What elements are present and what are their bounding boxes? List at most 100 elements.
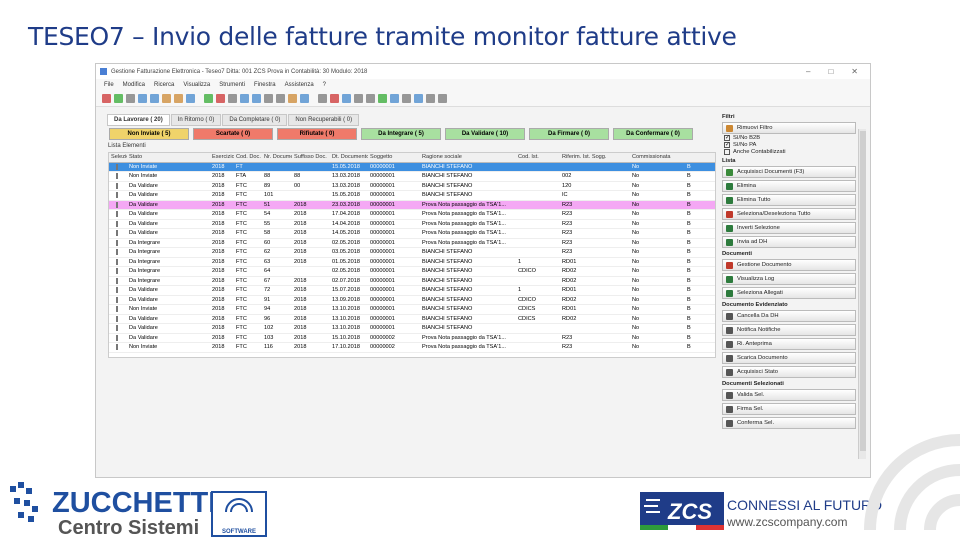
row-select-cell[interactable] xyxy=(109,220,127,227)
toolbar-icon-19[interactable] xyxy=(342,94,351,103)
column-header[interactable]: Cod. Doc. xyxy=(234,154,262,160)
table-row[interactable]: Da Validare 2018 FTC 54 2018 17.04.2018 000000… xyxy=(109,210,715,220)
checkbox-box[interactable] xyxy=(724,149,730,155)
row-select-cell[interactable] xyxy=(109,258,127,265)
minimize-icon[interactable]: – xyxy=(806,67,810,76)
row-checkbox[interactable] xyxy=(116,296,118,303)
row-select-cell[interactable] xyxy=(109,296,127,303)
toolbar-icon-18[interactable] xyxy=(330,94,339,103)
panel-button-list_btns-5[interactable]: Invia ad DH xyxy=(722,236,856,248)
status-button-3[interactable]: Da Integrare ( 5) xyxy=(361,128,441,140)
table-row[interactable]: Da Validare 2018 FTC 72 2018 15.07.2018 000000… xyxy=(109,286,715,296)
toolbar-icon-10[interactable] xyxy=(228,94,237,103)
row-checkbox[interactable] xyxy=(116,334,118,341)
status-button-5[interactable]: Da Firmare ( 0) xyxy=(529,128,609,140)
row-select-cell[interactable] xyxy=(109,239,127,246)
toolbar-icon-27[interactable] xyxy=(438,94,447,103)
tab-3[interactable]: Non Recuperabili ( 0) xyxy=(288,114,360,126)
table-row[interactable]: Da Validare 2018 FTC 96 2018 13.10.2018 000000… xyxy=(109,315,715,324)
column-header[interactable]: Esercizio xyxy=(210,154,234,160)
status-button-1[interactable]: Scartate ( 0) xyxy=(193,128,273,140)
row-select-cell[interactable] xyxy=(109,173,127,180)
panel-button-docs_btns-1[interactable]: Visualizza Log xyxy=(722,273,856,285)
toolbar-icon-14[interactable] xyxy=(276,94,285,103)
table-row[interactable]: Da Validare 2018 FTC 55 2018 14.04.2018 000000… xyxy=(109,220,715,229)
row-select-cell[interactable] xyxy=(109,192,127,199)
row-select-cell[interactable] xyxy=(109,182,127,189)
row-select-cell[interactable] xyxy=(109,163,127,170)
table-row[interactable]: Non Inviate 2018 FTA 88 88 13.03.2018 00000001… xyxy=(109,172,715,182)
row-select-cell[interactable] xyxy=(109,201,127,208)
menu-item-7[interactable]: ? xyxy=(323,82,326,88)
toolbar-icon-2[interactable] xyxy=(126,94,135,103)
row-select-cell[interactable] xyxy=(109,306,127,313)
checkbox-box[interactable]: ✓ xyxy=(724,142,730,148)
column-header[interactable]: Cod. Ist. xyxy=(516,154,560,160)
row-select-cell[interactable] xyxy=(109,249,127,256)
panel-button-list_btns-1[interactable]: Elimina xyxy=(722,180,856,192)
toolbar-icon-15[interactable] xyxy=(288,94,297,103)
filter-checkbox-0[interactable]: ✓ Sì/No B2B xyxy=(724,135,856,141)
row-select-cell[interactable] xyxy=(109,344,127,351)
row-checkbox[interactable] xyxy=(116,211,118,218)
tab-2[interactable]: Da Completare ( 0) xyxy=(222,114,288,126)
row-select-cell[interactable] xyxy=(109,325,127,332)
table-row[interactable]: Da Validare 2018 FTC 51 2018 23.03.2018 000000… xyxy=(109,200,715,210)
column-header[interactable]: Seleziona xyxy=(109,154,127,160)
row-checkbox[interactable] xyxy=(116,192,118,199)
column-header[interactable]: Stato xyxy=(127,154,210,160)
row-checkbox[interactable] xyxy=(116,239,118,246)
filter-checkbox-2[interactable]: Anche Contabilizzati xyxy=(724,149,856,155)
row-select-cell[interactable] xyxy=(109,334,127,341)
column-header[interactable]: Dt. Documento xyxy=(330,154,368,160)
toolbar-icon-20[interactable] xyxy=(354,94,363,103)
row-checkbox[interactable] xyxy=(116,249,118,256)
filter-checkbox-1[interactable]: ✓ Sì/No PA xyxy=(724,142,856,148)
row-checkbox[interactable] xyxy=(116,325,118,332)
panel-button-sel_btns-2[interactable]: Conferma Sel. xyxy=(722,417,856,429)
toolbar-icon-11[interactable] xyxy=(240,94,249,103)
menu-item-4[interactable]: Strumenti xyxy=(219,82,245,88)
panel-button-sel_btns-1[interactable]: Firma Sel. xyxy=(722,403,856,415)
row-checkbox[interactable] xyxy=(116,268,118,275)
table-row[interactable]: Da Validare 2018 FTC 89 00 13.03.2018 00000001… xyxy=(109,182,715,191)
panel-button-action_btns-3[interactable]: Scarica Documento xyxy=(722,352,856,364)
table-row[interactable]: Da Integrare 2018 FTC 62 2018 03.05.2018 00000… xyxy=(109,248,715,258)
table-row[interactable]: Non Inviate 2018 FTC 116 2018 17.10.2018 00000… xyxy=(109,343,715,353)
row-checkbox[interactable] xyxy=(116,306,118,313)
table-row[interactable]: Da Integrare 2018 FTC 63 2018 01.05.2018 00000… xyxy=(109,258,715,267)
menu-item-2[interactable]: Ricerca xyxy=(154,82,174,88)
table-row[interactable]: Da Validare 2018 FTC 102 2018 13.10.2018 00000… xyxy=(109,324,715,334)
row-select-cell[interactable] xyxy=(109,211,127,218)
row-select-cell[interactable] xyxy=(109,315,127,322)
toolbar-icon-16[interactable] xyxy=(300,94,309,103)
row-checkbox[interactable] xyxy=(116,277,118,284)
panel-button-docs_btns-0[interactable]: Gestione Documento xyxy=(722,259,856,271)
row-checkbox[interactable] xyxy=(116,344,118,351)
table-row[interactable]: Da Validare 2018 FTC 91 2018 13.09.2018 000000… xyxy=(109,296,715,305)
menu-item-5[interactable]: Finestra xyxy=(254,82,276,88)
row-checkbox[interactable] xyxy=(116,220,118,227)
tab-1[interactable]: In Ritorno ( 0) xyxy=(170,114,222,126)
toolbar-icon-12[interactable] xyxy=(252,94,261,103)
table-row[interactable]: Da Validare 2018 FTC 101 15.05.2018 00000001 B… xyxy=(109,191,715,201)
panel-button-list_btns-2[interactable]: Elimina Tutto xyxy=(722,194,856,206)
toolbar-icon-24[interactable] xyxy=(402,94,411,103)
panel-button-action_btns-0[interactable]: Cancella Da DH xyxy=(722,310,856,322)
panel-button-list_btns-4[interactable]: Inverti Selezione xyxy=(722,222,856,234)
panel-button-list_btns-3[interactable]: Seleziona/Deseleziona Tutto xyxy=(722,208,856,220)
toolbar-icon-25[interactable] xyxy=(414,94,423,103)
toolbar-icon-22[interactable] xyxy=(378,94,387,103)
panel-button-list_btns-0[interactable]: Acquisisci Documenti (F3) xyxy=(722,166,856,178)
panel-button-action_btns-2[interactable]: Ri. Anteprima xyxy=(722,338,856,350)
toolbar-icon-1[interactable] xyxy=(114,94,123,103)
panel-button-sel_btns-0[interactable]: Valida Sel. xyxy=(722,389,856,401)
toolbar-icon-17[interactable] xyxy=(318,94,327,103)
toolbar-icon-26[interactable] xyxy=(426,94,435,103)
toolbar-icon-23[interactable] xyxy=(390,94,399,103)
row-checkbox[interactable] xyxy=(116,173,118,180)
table-row[interactable]: Da Validare 2018 FTC 58 2018 14.05.2018 000000… xyxy=(109,229,715,239)
table-row[interactable]: Da Integrare 2018 FTC 67 2018 02.07.2018 00000… xyxy=(109,277,715,286)
row-select-cell[interactable] xyxy=(109,268,127,275)
row-checkbox[interactable] xyxy=(116,201,118,208)
